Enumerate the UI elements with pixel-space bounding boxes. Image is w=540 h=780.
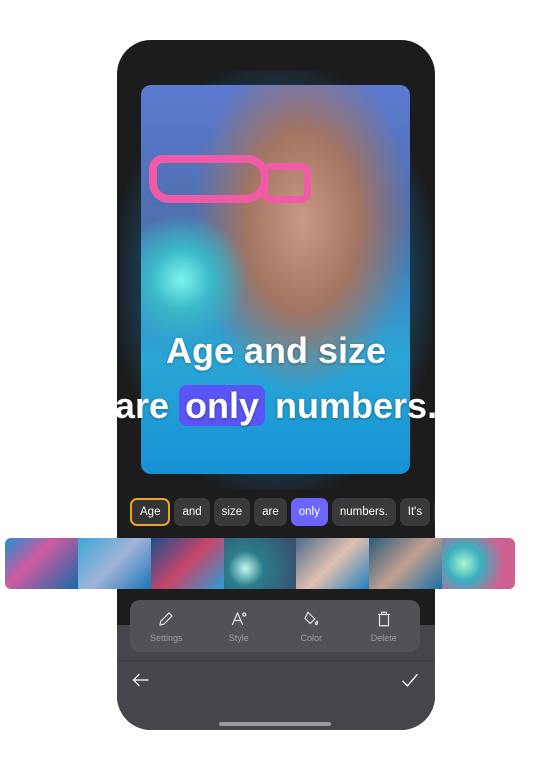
word-chip[interactable]: size — [213, 498, 251, 526]
word-chip[interactable]: Age — [130, 498, 171, 526]
phone-frame: Age and size are only numbers. Age and s… — [117, 40, 435, 730]
toolbar: Settings Style Color Delete — [130, 600, 420, 652]
film-frame — [369, 538, 443, 589]
caption-word: are — [117, 385, 169, 426]
photo-detail — [261, 163, 311, 203]
delete-button[interactable]: Delete — [348, 600, 421, 652]
word-chip[interactable]: numbers. — [331, 498, 396, 526]
film-frame — [77, 538, 151, 589]
color-label: Color — [300, 632, 322, 643]
timeline-filmstrip[interactable] — [5, 538, 515, 589]
style-button[interactable]: Style — [203, 600, 276, 652]
word-chip[interactable]: It's — [399, 498, 431, 526]
color-button[interactable]: Color — [275, 600, 348, 652]
paint-bucket-icon — [304, 610, 319, 625]
photo-detail — [149, 155, 269, 203]
film-frame — [296, 538, 370, 589]
settings-button[interactable]: Settings — [130, 600, 203, 652]
style-label: Style — [228, 632, 249, 643]
delete-label: Delete — [370, 632, 397, 643]
film-frame — [5, 538, 78, 589]
film-frame — [150, 538, 224, 589]
word-chip[interactable]: and — [174, 498, 210, 526]
trash-icon — [377, 611, 390, 626]
caption-word: numbers. — [275, 385, 435, 426]
caption-line-1[interactable]: Age and size — [117, 330, 435, 372]
divider — [117, 660, 435, 661]
settings-label: Settings — [149, 632, 183, 643]
word-chip[interactable]: th — [434, 498, 435, 526]
word-chip[interactable]: are — [254, 498, 287, 526]
checkmark-icon[interactable] — [400, 670, 420, 690]
font-style-icon — [231, 611, 247, 625]
word-chips: Age and size are only numbers. It's th — [130, 498, 435, 526]
film-frame — [223, 538, 297, 589]
film-frame — [442, 538, 515, 589]
word-chip[interactable]: only — [290, 498, 328, 526]
caption-line-2[interactable]: are only numbers. — [117, 385, 435, 427]
back-arrow-icon[interactable] — [131, 670, 151, 690]
caption-highlight-word: only — [179, 385, 266, 426]
pencil-icon — [159, 611, 174, 626]
home-indicator — [219, 722, 331, 726]
